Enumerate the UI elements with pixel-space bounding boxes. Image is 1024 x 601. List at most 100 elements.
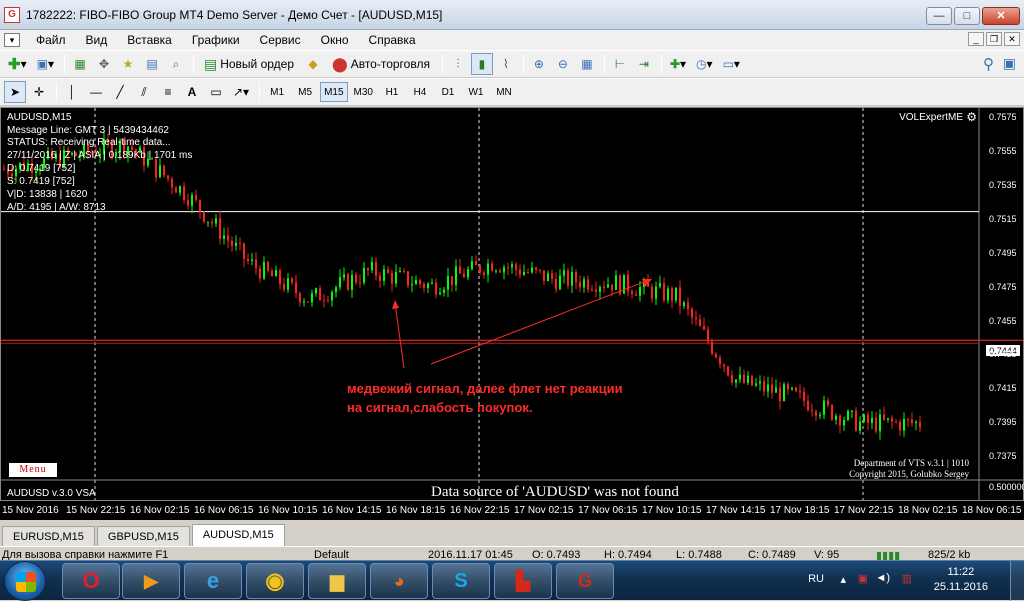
candle-body (631, 291, 633, 295)
bar-chart-button[interactable]: ⫶ (447, 53, 469, 75)
standard-toolbar: ✚ ▾ ▣ ▾ ▦ ✥ ★ ▤ ⌕ ▤ Новый ордер ◆ ⬤ Авто-тор… (0, 50, 1024, 78)
internet-explorer-icon[interactable]: e (184, 563, 242, 599)
zoom-out-icon[interactable]: ⊖ (552, 53, 574, 75)
text-tool[interactable]: A (181, 81, 203, 103)
timeframe-w1[interactable]: W1 (463, 82, 489, 102)
candle-body (887, 418, 889, 420)
community-icon[interactable]: ▣ (1003, 55, 1016, 72)
arrows-tool[interactable]: ↗▾ (229, 81, 253, 103)
autotrading-button[interactable]: ⬤ Авто-торговля (326, 53, 436, 75)
candle-body (879, 414, 881, 432)
chart-window[interactable]: AUDUSD,M15 VOLExpertME ⚙ Message Line: G… (0, 107, 1024, 520)
tray-expand-icon[interactable]: ▴ (840, 573, 846, 586)
fibo-terminal-icon[interactable]: G (556, 563, 614, 599)
show-desktop-button[interactable] (1010, 561, 1024, 601)
tester-button[interactable]: ⌕ (165, 53, 187, 75)
document-icon[interactable]: ▾ (4, 33, 20, 47)
menu-window[interactable]: Окно (311, 30, 359, 50)
fibonacci-tool[interactable]: ≡ (157, 81, 179, 103)
tab-gbpusd[interactable]: GBPUSD,M15 (96, 526, 190, 546)
profiles-button[interactable]: ▣ ▾ (33, 53, 58, 75)
price-tick-label: 0.7575 (989, 112, 1017, 123)
media-player-icon[interactable]: ▶ (122, 563, 180, 599)
chart-shift-button[interactable]: ⊢ (609, 53, 631, 75)
candle-body (815, 411, 817, 416)
menu-insert[interactable]: Вставка (117, 30, 182, 50)
new-order-button[interactable]: ▤ Новый ордер (198, 53, 300, 75)
market-watch-button[interactable]: ▦ (69, 53, 91, 75)
indicators-button[interactable]: ✚ ▾ (666, 53, 690, 75)
autoscroll-button[interactable]: ⇥ (633, 53, 655, 75)
start-button[interactable] (4, 561, 46, 601)
volume-icon[interactable]: ◄) (875, 572, 890, 584)
mdi-close-button[interactable]: ✕ (1004, 32, 1020, 46)
terminal-button[interactable]: ▤ (141, 53, 163, 75)
trendline-tool[interactable]: ╱ (109, 81, 131, 103)
candle-chart-button[interactable]: ▮ (470, 53, 493, 75)
timeframe-m15[interactable]: M15 (320, 82, 348, 102)
minimize-button[interactable]: — (926, 7, 952, 25)
language-indicator[interactable]: RU (808, 573, 824, 585)
price-chart[interactable] (1, 108, 1023, 501)
candle-body (555, 278, 557, 290)
tab-audusd[interactable]: AUDUSD,M15 (191, 524, 285, 546)
timeframe-m1[interactable]: M1 (264, 82, 290, 102)
candle-body (615, 275, 617, 290)
timeframe-d1[interactable]: D1 (435, 82, 461, 102)
timeframe-m5[interactable]: M5 (292, 82, 318, 102)
metaeditor-button[interactable]: ◆ (302, 53, 324, 75)
annotation-line-1: медвежий сигнал, далее флет нет реакции (347, 381, 623, 396)
menu-charts[interactable]: Графики (182, 30, 250, 50)
network-icon[interactable]: ▥ (902, 572, 912, 585)
new-chart-button[interactable]: ✚ ▾ (4, 53, 31, 75)
horizontal-line-tool[interactable]: — (85, 81, 107, 103)
search-icon[interactable]: ⚲ (983, 55, 994, 73)
timeframe-mn[interactable]: MN (491, 82, 517, 102)
tab-eurusd[interactable]: EURUSD,M15 (2, 526, 95, 546)
time-tick-label: 16 Nov 06:15 (194, 505, 254, 516)
line-chart-button[interactable]: ⌇ (495, 53, 517, 75)
mdi-minimize-button[interactable]: _ (968, 32, 984, 46)
candle-body (239, 242, 241, 244)
menu-tools[interactable]: Сервис (250, 30, 311, 50)
vertical-line-tool[interactable]: │ (61, 81, 83, 103)
periods-button[interactable]: ◷ ▾ (692, 53, 717, 75)
system-clock[interactable]: 11:22 25.11.2016 (934, 565, 988, 595)
firefox-icon[interactable]: ◕ (370, 563, 428, 599)
pdf-reader-icon[interactable]: ▙ (494, 563, 552, 599)
data-window-button[interactable]: ✥ (93, 53, 115, 75)
chrome-icon[interactable]: ◉ (246, 563, 304, 599)
candle-body (251, 259, 253, 261)
time-tick-label: 17 Nov 06:15 (578, 505, 638, 516)
candle-body (563, 270, 565, 276)
maximize-button[interactable]: □ (954, 7, 980, 25)
menu-view[interactable]: Вид (76, 30, 118, 50)
candle-body (231, 240, 233, 247)
mdi-restore-button[interactable]: ❐ (986, 32, 1002, 46)
label-tool[interactable]: ▭ (205, 81, 227, 103)
candle-body (907, 418, 909, 420)
timeframe-h4[interactable]: H4 (407, 82, 433, 102)
candle-body (215, 218, 217, 224)
crosshair-tool[interactable]: ✛ (28, 81, 50, 103)
menu-file[interactable]: Файл (26, 30, 76, 50)
zoom-in-icon[interactable]: ⊕ (528, 53, 550, 75)
candle-body (547, 273, 549, 282)
tile-windows-button[interactable]: ▦ (576, 53, 598, 75)
templates-button[interactable]: ▭ ▾ (719, 53, 744, 75)
cursor-tool[interactable]: ➤ (4, 81, 26, 103)
tray-app-icon[interactable]: ▣ (858, 572, 868, 585)
indicator-menu-button[interactable]: Menu (9, 463, 57, 477)
settings-gear-icon[interactable]: ⚙ (966, 110, 977, 124)
explorer-folder-icon[interactable]: ▆ (308, 563, 366, 599)
skype-icon[interactable]: S (432, 563, 490, 599)
no-data-message: Data source of 'AUDUSD' was not found (431, 484, 679, 500)
close-button[interactable]: ✕ (982, 7, 1020, 25)
timeframe-m30[interactable]: M30 (350, 82, 377, 102)
candle-body (255, 259, 257, 269)
menu-help[interactable]: Справка (359, 30, 426, 50)
navigator-button[interactable]: ★ (117, 53, 139, 75)
equidistant-channel-tool[interactable]: ⫽ (133, 81, 155, 103)
timeframe-h1[interactable]: H1 (379, 82, 405, 102)
opera-icon[interactable]: O (62, 563, 120, 599)
